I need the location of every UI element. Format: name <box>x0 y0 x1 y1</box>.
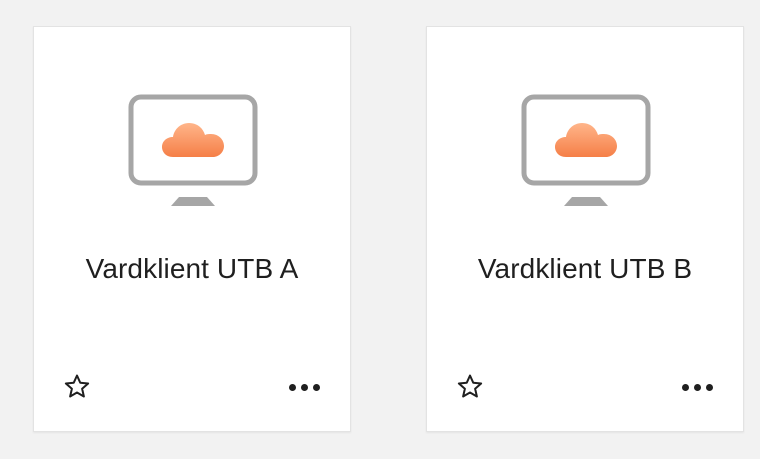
cloud-desktop-icon <box>128 94 258 206</box>
desktop-card[interactable]: Vardklient UTB A <box>33 26 351 432</box>
ellipsis-dot <box>300 383 308 391</box>
star-outline-icon[interactable] <box>455 372 485 402</box>
ellipsis-dot <box>312 383 320 391</box>
more-options-button[interactable] <box>282 373 326 401</box>
ellipsis-dot <box>693 383 701 391</box>
more-options-button[interactable] <box>675 373 719 401</box>
desktop-card[interactable]: Vardklient UTB B <box>426 26 744 432</box>
ellipsis-dot <box>705 383 713 391</box>
cloud-desktop-icon <box>521 94 651 206</box>
ellipsis-dot <box>681 383 689 391</box>
ellipsis-dot <box>288 383 296 391</box>
star-outline-icon[interactable] <box>62 372 92 402</box>
card-title: Vardklient UTB B <box>477 253 693 284</box>
desktop-grid: Vardklient UTB A Vardklient UTB B <box>0 0 760 459</box>
card-title: Vardklient UTB A <box>85 253 299 284</box>
